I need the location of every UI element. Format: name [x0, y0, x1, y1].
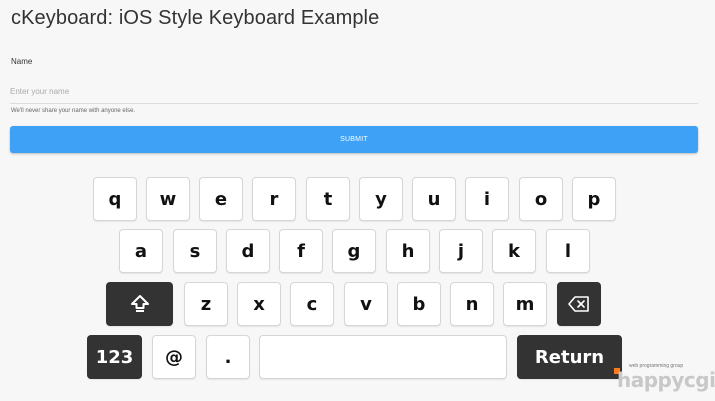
- backspace-key[interactable]: [557, 282, 601, 326]
- page: cKeyboard: iOS Style Keyboard Example Na…: [0, 0, 715, 401]
- key-o[interactable]: o: [519, 177, 563, 221]
- shift-key[interactable]: [106, 282, 173, 326]
- shift-icon: [130, 295, 149, 312]
- key-i[interactable]: i: [465, 177, 509, 221]
- key-k[interactable]: k: [492, 229, 536, 273]
- help-text: We'll never share your name with anyone …: [11, 108, 136, 114]
- submit-button[interactable]: SUBMIT: [10, 126, 698, 153]
- name-input[interactable]: [10, 79, 698, 104]
- key-u[interactable]: u: [412, 177, 456, 221]
- key-n[interactable]: n: [450, 282, 494, 326]
- key-x[interactable]: x: [237, 282, 281, 326]
- key-v[interactable]: v: [344, 282, 388, 326]
- key-l[interactable]: l: [546, 229, 590, 273]
- key-d[interactable]: d: [226, 229, 270, 273]
- key-r[interactable]: r: [252, 177, 296, 221]
- space-key[interactable]: [259, 335, 507, 379]
- key-h[interactable]: h: [386, 229, 430, 273]
- key-s[interactable]: s: [173, 229, 217, 273]
- watermark-brand: happycgi: [617, 368, 715, 392]
- key-z[interactable]: z: [184, 282, 228, 326]
- key-a[interactable]: a: [119, 229, 163, 273]
- key-w[interactable]: w: [146, 177, 190, 221]
- key-g[interactable]: g: [332, 229, 376, 273]
- key-at[interactable]: @: [152, 335, 196, 379]
- key-t[interactable]: t: [306, 177, 350, 221]
- key-b[interactable]: b: [397, 282, 441, 326]
- key-e[interactable]: e: [199, 177, 243, 221]
- key-f[interactable]: f: [279, 229, 323, 273]
- key-m[interactable]: m: [503, 282, 547, 326]
- numbers-key[interactable]: 123: [87, 335, 142, 379]
- return-key[interactable]: Return: [517, 335, 622, 379]
- key-y[interactable]: y: [359, 177, 403, 221]
- key-q[interactable]: q: [93, 177, 137, 221]
- key-p[interactable]: p: [572, 177, 616, 221]
- key-dot[interactable]: .: [206, 335, 250, 379]
- backspace-icon: [568, 296, 589, 312]
- key-j[interactable]: j: [439, 229, 483, 273]
- page-title: cKeyboard: iOS Style Keyboard Example: [11, 7, 380, 29]
- name-label: Name: [11, 57, 33, 66]
- key-c[interactable]: c: [290, 282, 334, 326]
